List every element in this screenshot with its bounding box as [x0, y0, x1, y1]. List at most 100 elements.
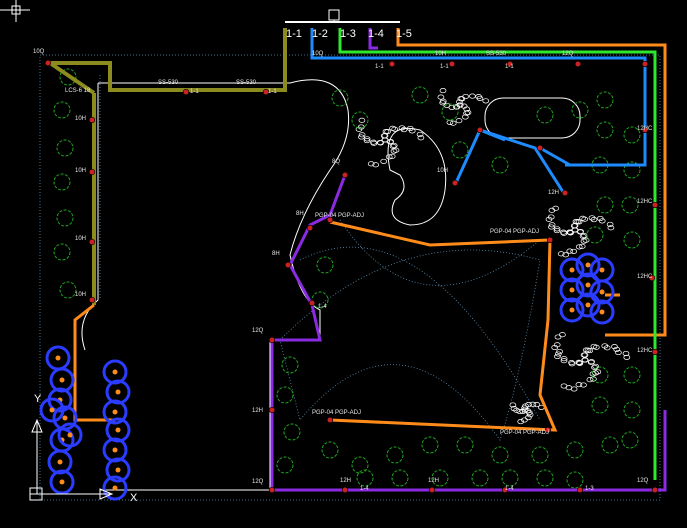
sprinkler-head[interactable] — [651, 201, 659, 209]
rock-symbol — [455, 118, 463, 124]
shrub-symbol — [451, 141, 469, 159]
sprinkler-head[interactable] — [341, 486, 349, 494]
valve-label-5: 1-5 — [396, 28, 412, 40]
nozzle-label: 10Q — [33, 49, 45, 55]
rock-symbol — [439, 88, 447, 94]
shrub-symbol — [591, 396, 609, 414]
sprinkler-head[interactable] — [308, 299, 316, 307]
valve-label-1: 1-1 — [286, 28, 302, 40]
nozzle-label: 12H — [428, 478, 439, 484]
shrub-symbol — [351, 111, 369, 129]
shrub-symbol — [621, 431, 639, 449]
sprinkler-head[interactable] — [448, 60, 456, 68]
bubbler-emitter — [55, 355, 61, 361]
shrub-symbol — [276, 456, 294, 474]
shrub-symbol — [386, 446, 404, 464]
cad-drawing-canvas[interactable]: 1-1 1-2 1-3 1-4 1-5 1-1 1-1 1-4 1-4 1-4 … — [0, 0, 687, 528]
sprinkler-head[interactable] — [88, 296, 96, 304]
bubbler-emitter — [62, 415, 68, 421]
zone-label: 1-1 — [375, 64, 384, 70]
nozzle-label: 12Q — [562, 51, 574, 57]
rock-symbol — [462, 93, 469, 100]
nozzle-label: 12HC — [637, 126, 653, 132]
sprinkler-head[interactable] — [306, 224, 314, 232]
sprinkler-head[interactable] — [641, 60, 649, 68]
rock-symbol — [381, 137, 389, 143]
zone-label: 1-1 — [440, 64, 449, 70]
shrub-symbol — [59, 281, 77, 299]
sprinkler-head[interactable] — [268, 406, 276, 414]
shrub-symbol — [281, 356, 299, 374]
shrub-symbol — [53, 243, 71, 261]
bubbler-clusters — [39, 252, 615, 501]
pipe-spec-label: PGP-04 PGP-ADJ — [500, 430, 549, 436]
bubbler-emitter — [59, 377, 65, 383]
bubbler-emitter — [599, 309, 605, 315]
sprinkler-head[interactable] — [576, 486, 584, 494]
bubbler-emitter — [585, 262, 591, 268]
rock-symbol — [580, 238, 588, 244]
bubbler-emitter — [115, 389, 121, 395]
sprinkler-head[interactable] — [268, 486, 276, 494]
sprinkler-head[interactable] — [428, 486, 436, 494]
shrub-symbol — [321, 441, 339, 459]
zone-label: 1-1 — [268, 89, 277, 95]
sprinkler-head[interactable] — [574, 60, 582, 68]
shrub-symbol — [356, 469, 374, 487]
sprinkler-head[interactable] — [546, 236, 554, 244]
shrub-symbol — [596, 121, 614, 139]
bubbler-emitter — [599, 289, 605, 295]
sprinkler-head[interactable] — [651, 486, 659, 494]
olive-mainline[interactable] — [48, 28, 287, 305]
sprinkler-head[interactable] — [268, 336, 276, 344]
sprinkler-head[interactable] — [536, 144, 544, 152]
shrub-symbol — [491, 156, 509, 174]
rock-symbol — [446, 119, 454, 125]
nozzle-label: 10H — [75, 168, 86, 174]
sprinkler-head[interactable] — [561, 189, 569, 197]
sprinkler-head[interactable] — [182, 88, 190, 96]
sprinkler-head[interactable] — [476, 126, 484, 134]
sprinkler-head[interactable] — [88, 116, 96, 124]
sprinkler-head[interactable] — [44, 59, 52, 67]
nozzle-label: 10Q — [312, 51, 324, 57]
shrub-symbol — [276, 386, 294, 404]
nozzle-label: 12HC — [637, 199, 653, 205]
bubbler-emitter — [112, 447, 118, 453]
nozzle-label: 10H — [75, 116, 86, 122]
nozzle-label: 12Q — [637, 478, 649, 484]
rock-symbol — [566, 248, 574, 254]
shrub-symbol — [56, 139, 74, 157]
ucs-x-label: X — [130, 492, 138, 504]
sprinkler-head[interactable] — [326, 416, 334, 424]
patio-shapes — [387, 97, 581, 226]
shrub-symbol — [566, 471, 584, 489]
rock-symbol — [380, 158, 388, 164]
rock-symbol — [560, 383, 568, 389]
sprinkler-head[interactable] — [88, 238, 96, 246]
shrub-symbol — [391, 469, 409, 487]
valve-manifold[interactable] — [285, 9, 400, 23]
sprinkler-head[interactable] — [651, 348, 659, 356]
shrub-symbol — [421, 436, 439, 454]
valve-label-4: 1-4 — [368, 28, 384, 40]
bubbler-emitter — [585, 282, 591, 288]
rock-symbol — [592, 344, 600, 350]
green-lateral[interactable] — [338, 28, 657, 480]
shrub-symbol — [536, 469, 554, 487]
bubbler-emitter — [599, 267, 605, 273]
sprinkler-head[interactable] — [341, 171, 349, 179]
nozzle-label: 12HC — [637, 348, 653, 354]
sprinkler-heads — [44, 59, 659, 494]
valve-labels: 1-1 1-2 1-3 1-4 1-5 — [286, 28, 412, 40]
sprinkler-head[interactable] — [88, 168, 96, 176]
sprinkler-head[interactable] — [284, 261, 292, 269]
sprinkler-head[interactable] — [451, 179, 459, 187]
bubbler-emitter — [112, 485, 118, 491]
shrub-symbol — [56, 209, 74, 227]
bubbler-emitter — [569, 307, 575, 313]
shrub-symbol — [536, 106, 554, 124]
ucs-y-label: Y — [34, 393, 42, 405]
bubbler-emitter — [57, 459, 63, 465]
sprinkler-head[interactable] — [388, 60, 396, 68]
